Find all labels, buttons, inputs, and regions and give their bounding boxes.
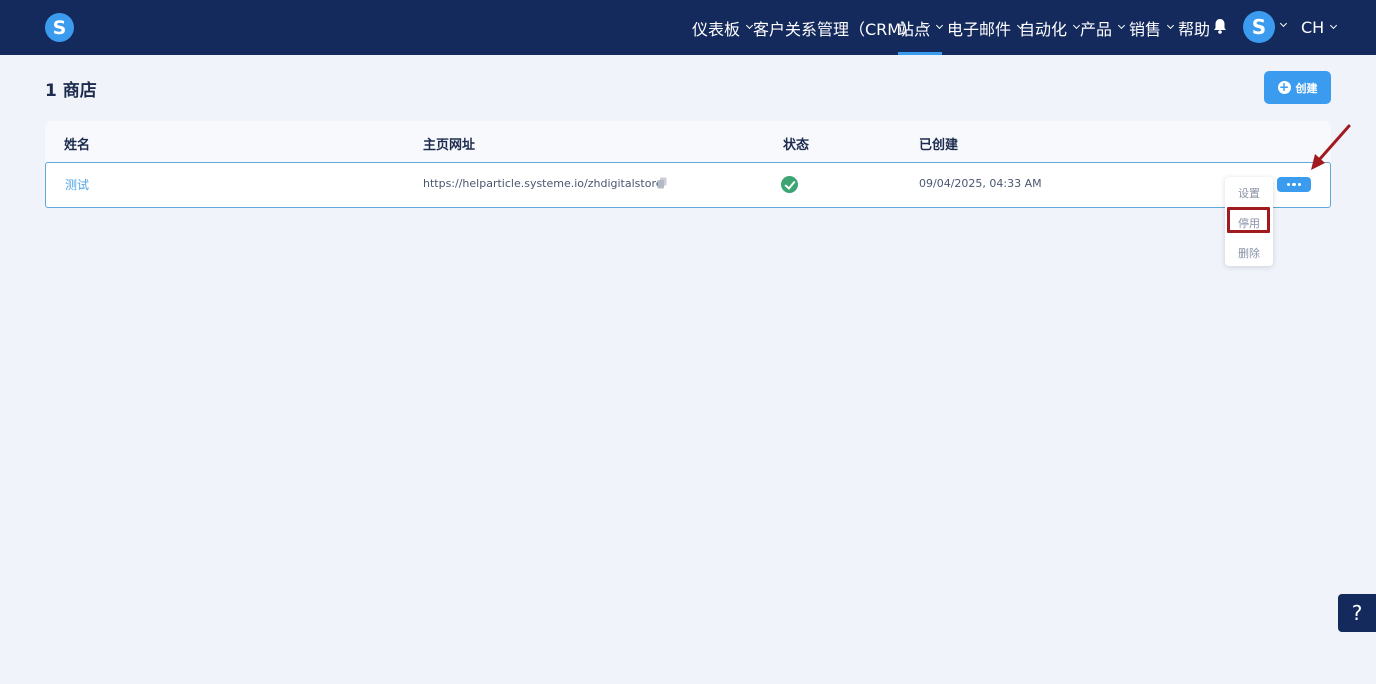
chevron-down-icon[interactable]	[1279, 19, 1288, 28]
nav-dashboard-label: 仪表板	[692, 19, 741, 39]
store-url: https://helparticle.systeme.io/zhdigital…	[423, 177, 663, 190]
column-header-url: 主页网址	[423, 138, 476, 153]
language-label: CH	[1301, 18, 1325, 37]
more-actions-button[interactable]	[1277, 177, 1311, 192]
nav-automation[interactable]: 自动化	[1019, 0, 1081, 55]
chevron-down-icon	[1166, 21, 1175, 30]
menu-item-delete[interactable]: 删除	[1225, 245, 1273, 261]
logo[interactable]: S	[45, 13, 74, 42]
chevron-down-icon	[1117, 21, 1126, 30]
plus-circle-icon: +	[1277, 80, 1291, 94]
page-title: 1 商店	[45, 81, 97, 101]
table-row	[45, 162, 1331, 208]
annotation-arrow-icon	[1311, 124, 1351, 170]
nav-sites-label: 站点	[898, 19, 931, 39]
nav-products-label: 产品	[1080, 19, 1113, 39]
nav-automation-label: 自动化	[1019, 19, 1068, 39]
status-active-icon	[781, 176, 798, 193]
nav-dashboard[interactable]: 仪表板	[692, 0, 754, 55]
store-name-link[interactable]: 测试	[65, 176, 89, 193]
language-selector[interactable]: CH	[1301, 0, 1338, 55]
nav-help[interactable]: 帮助	[1178, 0, 1210, 55]
copy-icon[interactable]	[657, 177, 667, 189]
table-header	[45, 121, 1331, 162]
column-header-name: 姓名	[64, 138, 91, 153]
ellipsis-icon	[1286, 182, 1302, 187]
column-header-status: 状态	[783, 138, 810, 153]
created-date: 09/04/2025, 04:33 AM	[919, 177, 1042, 190]
nav-crm-label: 客户关系管理（CRM）	[753, 19, 918, 39]
nav-email[interactable]: 电子邮件	[947, 0, 1025, 55]
nav-help-label: 帮助	[1178, 19, 1211, 39]
nav-products[interactable]: 产品	[1080, 0, 1126, 55]
chevron-down-icon	[935, 21, 944, 30]
chevron-down-icon	[1330, 21, 1338, 30]
nav-email-label: 电子邮件	[947, 19, 1012, 39]
help-button[interactable]: ?	[1338, 594, 1376, 632]
highlight-box	[1227, 207, 1270, 233]
bell-icon[interactable]	[1213, 18, 1227, 34]
create-button[interactable]: + 创建	[1264, 71, 1331, 104]
top-navbar: S 仪表板 客户关系管理（CRM） 站点 电子邮件 自动化 产品 销售 帮助 S…	[0, 0, 1376, 55]
nav-sales-label: 销售	[1129, 19, 1162, 39]
create-button-label: 创建	[1295, 81, 1318, 95]
avatar[interactable]: S	[1243, 11, 1275, 43]
nav-sites[interactable]: 站点	[898, 0, 944, 55]
column-header-created: 已创建	[919, 138, 959, 153]
chevron-down-icon	[745, 21, 754, 30]
nav-sales[interactable]: 销售	[1129, 0, 1175, 55]
menu-item-settings[interactable]: 设置	[1225, 185, 1273, 201]
chevron-down-icon	[1072, 21, 1081, 30]
